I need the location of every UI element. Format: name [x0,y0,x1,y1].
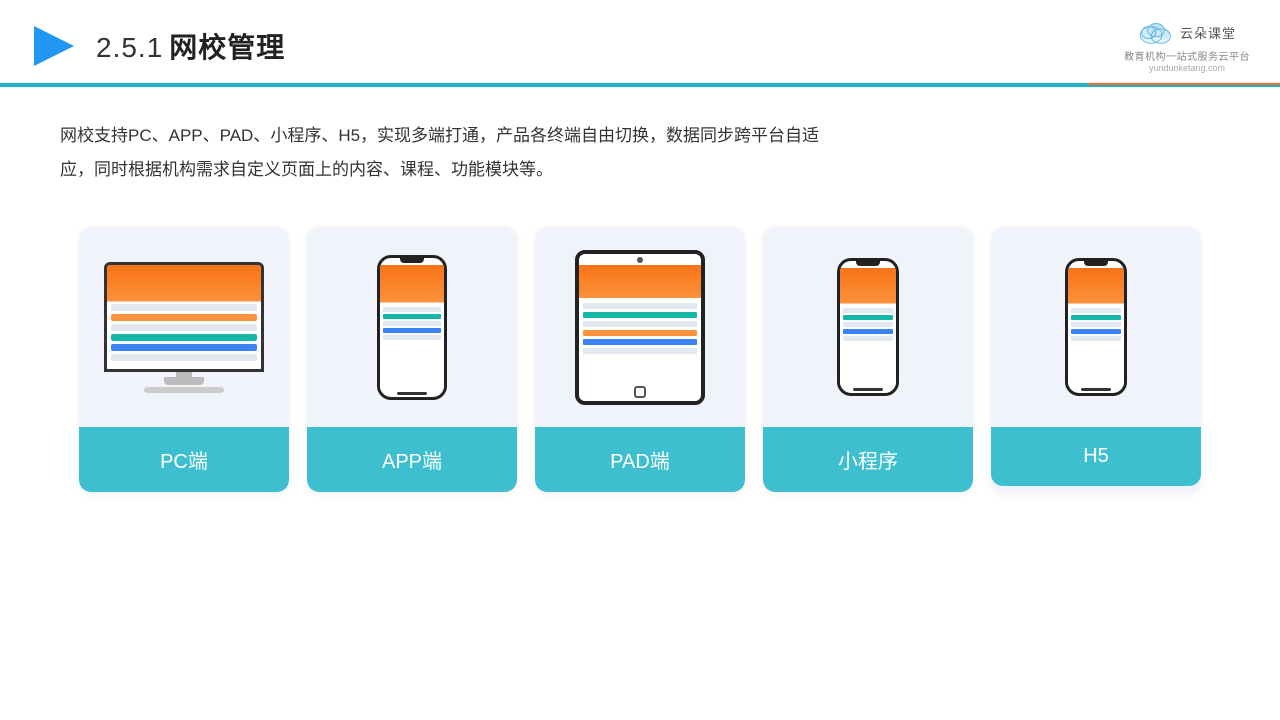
card-miniapp-label: 小程序 [763,427,973,492]
miniapp-phone-device [837,258,899,396]
card-app-label: APP端 [307,427,517,492]
pad-device [575,250,705,405]
h5-phone-device [1065,258,1127,396]
card-miniapp: 小程序 [763,227,973,492]
cloud-icon [1138,18,1174,46]
header-divider [0,83,1280,85]
pc-device [104,262,264,393]
title-text: 网校管理 [169,32,285,63]
card-pad: PAD端 [535,227,745,492]
card-app-image [307,227,517,427]
card-h5: H5 [991,227,1201,492]
logo-cloud: 云朵课堂 [1138,18,1236,46]
card-h5-image [991,227,1201,427]
description-paragraph: 网校支持PC、APP、PAD、小程序、H5，实现多端打通，产品各终端自由切换，数… [60,119,840,187]
pc-screen [104,262,264,372]
logo-area: 云朵课堂 教育机构一站式服务云平台 yunduoketang.com [1124,18,1250,73]
logo-tagline: 教育机构一站式服务云平台 [1124,48,1250,63]
header: 2.5.1网校管理 云朵课堂 教育机构一站式服务云平台 yunduoketang… [0,0,1280,87]
card-h5-label: H5 [991,427,1201,486]
card-pc-label: PC端 [79,427,289,492]
title-number: 2.5.1 [96,32,163,63]
page-title: 2.5.1网校管理 [96,26,285,66]
cards-container: PC端 APP端 [0,207,1280,512]
header-left: 2.5.1网校管理 [30,22,285,70]
play-icon [30,22,78,70]
description-text: 网校支持PC、APP、PAD、小程序、H5，实现多端打通，产品各终端自由切换，数… [0,87,900,207]
card-miniapp-image [763,227,973,427]
card-pc: PC端 [79,227,289,492]
card-app: APP端 [307,227,517,492]
logo-name: 云朵课堂 [1180,23,1236,42]
card-pad-image [535,227,745,427]
app-phone-device [377,255,447,400]
logo-url: yunduoketang.com [1149,63,1225,73]
card-pc-image [79,227,289,427]
card-pad-label: PAD端 [535,427,745,492]
